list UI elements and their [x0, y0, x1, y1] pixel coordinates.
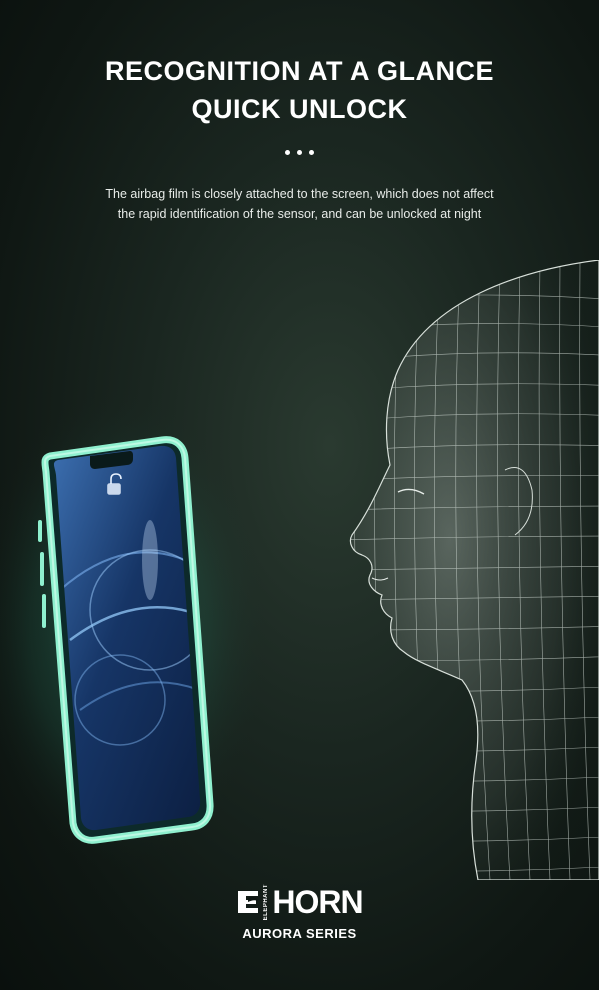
header: RECOGNITION AT A GLANCE QUICK UNLOCK	[0, 52, 599, 128]
dot	[285, 150, 290, 155]
brand-mark: ELEPHANT HORN	[236, 884, 364, 921]
description-line-2: the rapid identification of the sensor, …	[117, 207, 482, 221]
dot	[309, 150, 314, 155]
description: The airbag film is closely attached to t…	[40, 184, 559, 224]
elephant-horn-icon	[238, 891, 259, 914]
headline-line-2: QUICK UNLOCK	[191, 94, 408, 124]
brand-logo: ELEPHANT HORN AURORA SERIES	[0, 884, 599, 941]
illustration	[0, 260, 599, 880]
series-name: AURORA SERIES	[242, 926, 357, 942]
wireframe-face-illustration	[349, 260, 599, 880]
dot	[297, 150, 302, 155]
brand-small-text: ELEPHANT	[263, 884, 270, 921]
separator-dots	[0, 150, 599, 155]
headline-line-1: RECOGNITION AT A GLANCE	[105, 56, 494, 86]
description-line-1: The airbag film is closely attached to t…	[105, 187, 494, 201]
brand-word: HORN	[272, 884, 363, 921]
